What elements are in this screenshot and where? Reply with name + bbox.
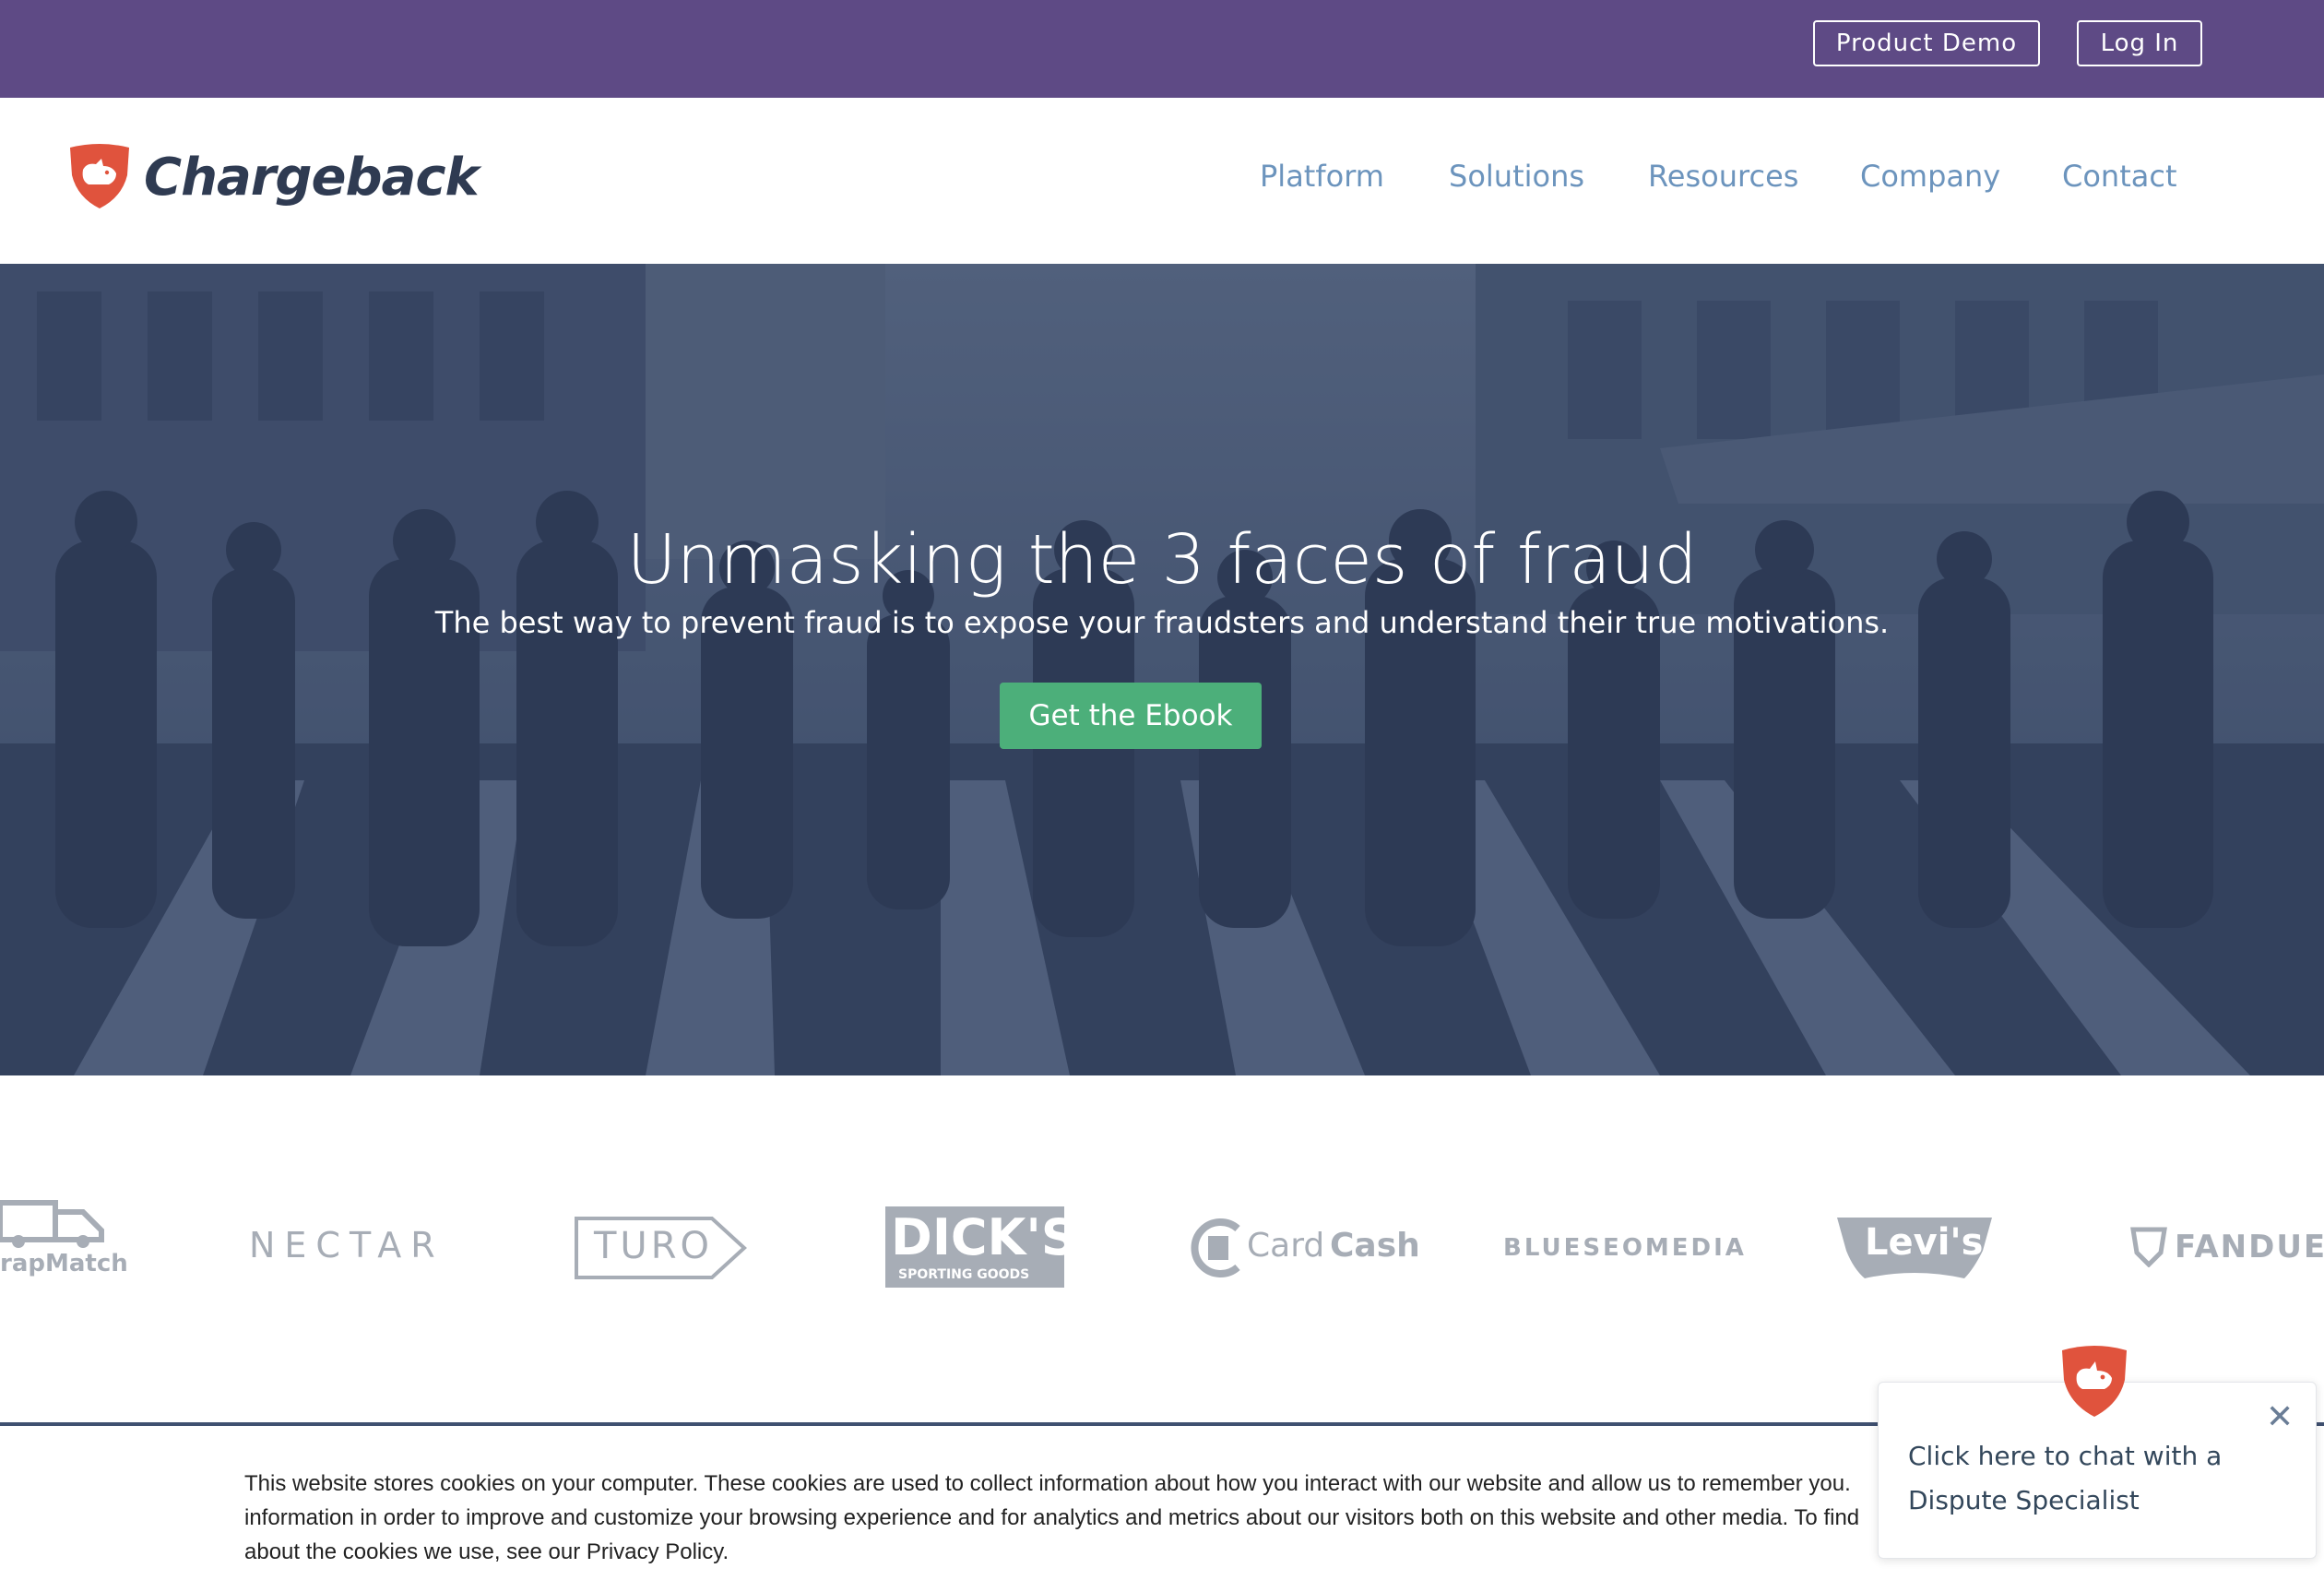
hero-subtitle: The best way to prevent fraud is to expo… (434, 605, 1890, 640)
rhino-shield-icon (70, 144, 129, 208)
client-logo-trapmatch: rapMatch (0, 1184, 128, 1281)
cookie-text-line: information in order to improve and cust… (244, 1505, 1860, 1530)
cookie-text-line: about the cookies we use, see our Privac… (244, 1539, 729, 1564)
cardcash-c-icon (1191, 1218, 1240, 1277)
cookie-text-line: This website stores cookies on your comp… (244, 1471, 1851, 1496)
main-navigation: Chargeback Platform Solutions Resources … (0, 98, 2324, 264)
chat-avatar-rhino-icon[interactable] (2058, 1345, 2130, 1419)
top-bar: Product Demo Log In (0, 0, 2324, 98)
nav-item-contact[interactable]: Contact (2062, 159, 2177, 194)
cardcash-wordmark-card: Card (1247, 1227, 1325, 1265)
fanduel-wordmark: FANDUEL (2175, 1229, 2324, 1265)
log-in-button[interactable]: Log In (2077, 20, 2202, 66)
client-logo-nectar: NECTAR (249, 1225, 445, 1265)
cardcash-wordmark-cash: Cash (1330, 1227, 1420, 1265)
client-logo-turo: TURO (574, 1216, 749, 1285)
client-logo-levis: Levi's (1835, 1214, 1994, 1285)
levis-wordmark: Levi's (1865, 1221, 1984, 1264)
client-logo-dicks: DICK'S SPORTING GOODS (885, 1206, 1077, 1288)
nav-item-company[interactable]: Company (1860, 159, 2000, 194)
dicks-wordmark: DICK'S (891, 1208, 1077, 1266)
hero-banner: Unmasking the 3 faces of fraud The best … (0, 264, 2324, 1075)
cookie-banner-text: This website stores cookies on your comp… (244, 1467, 1886, 1569)
truck-icon (0, 1200, 104, 1248)
nav-item-platform[interactable]: Platform (1260, 159, 1384, 194)
dicks-subtext: SPORTING GOODS (898, 1267, 1030, 1282)
chat-prompt-text[interactable]: Click here to chat with a Dispute Specia… (1908, 1434, 2295, 1523)
hero-background-image (0, 264, 2324, 1075)
product-demo-button[interactable]: Product Demo (1813, 20, 2040, 66)
turo-wordmark: TURO (594, 1225, 713, 1267)
nav-item-solutions[interactable]: Solutions (1449, 159, 1584, 194)
hero-title: Unmasking the 3 faces of fraud (626, 520, 1698, 600)
client-logos-strip: rapMatch NECTAR TURO DICK'S SPORTING GOO… (0, 1075, 2324, 1426)
trapmatch-wordmark: rapMatch (0, 1250, 128, 1277)
fanduel-shield-icon (2130, 1227, 2167, 1267)
close-icon[interactable]: ✕ (2266, 1401, 2294, 1434)
get-ebook-button[interactable]: Get the Ebook (1000, 683, 1262, 749)
client-logo-blueseomedia: BLUESEOMEDIA (1503, 1234, 1747, 1262)
nav-item-resources[interactable]: Resources (1648, 159, 1798, 194)
brand-logo[interactable]: Chargeback (65, 142, 480, 212)
brand-name: Chargeback (144, 147, 480, 208)
